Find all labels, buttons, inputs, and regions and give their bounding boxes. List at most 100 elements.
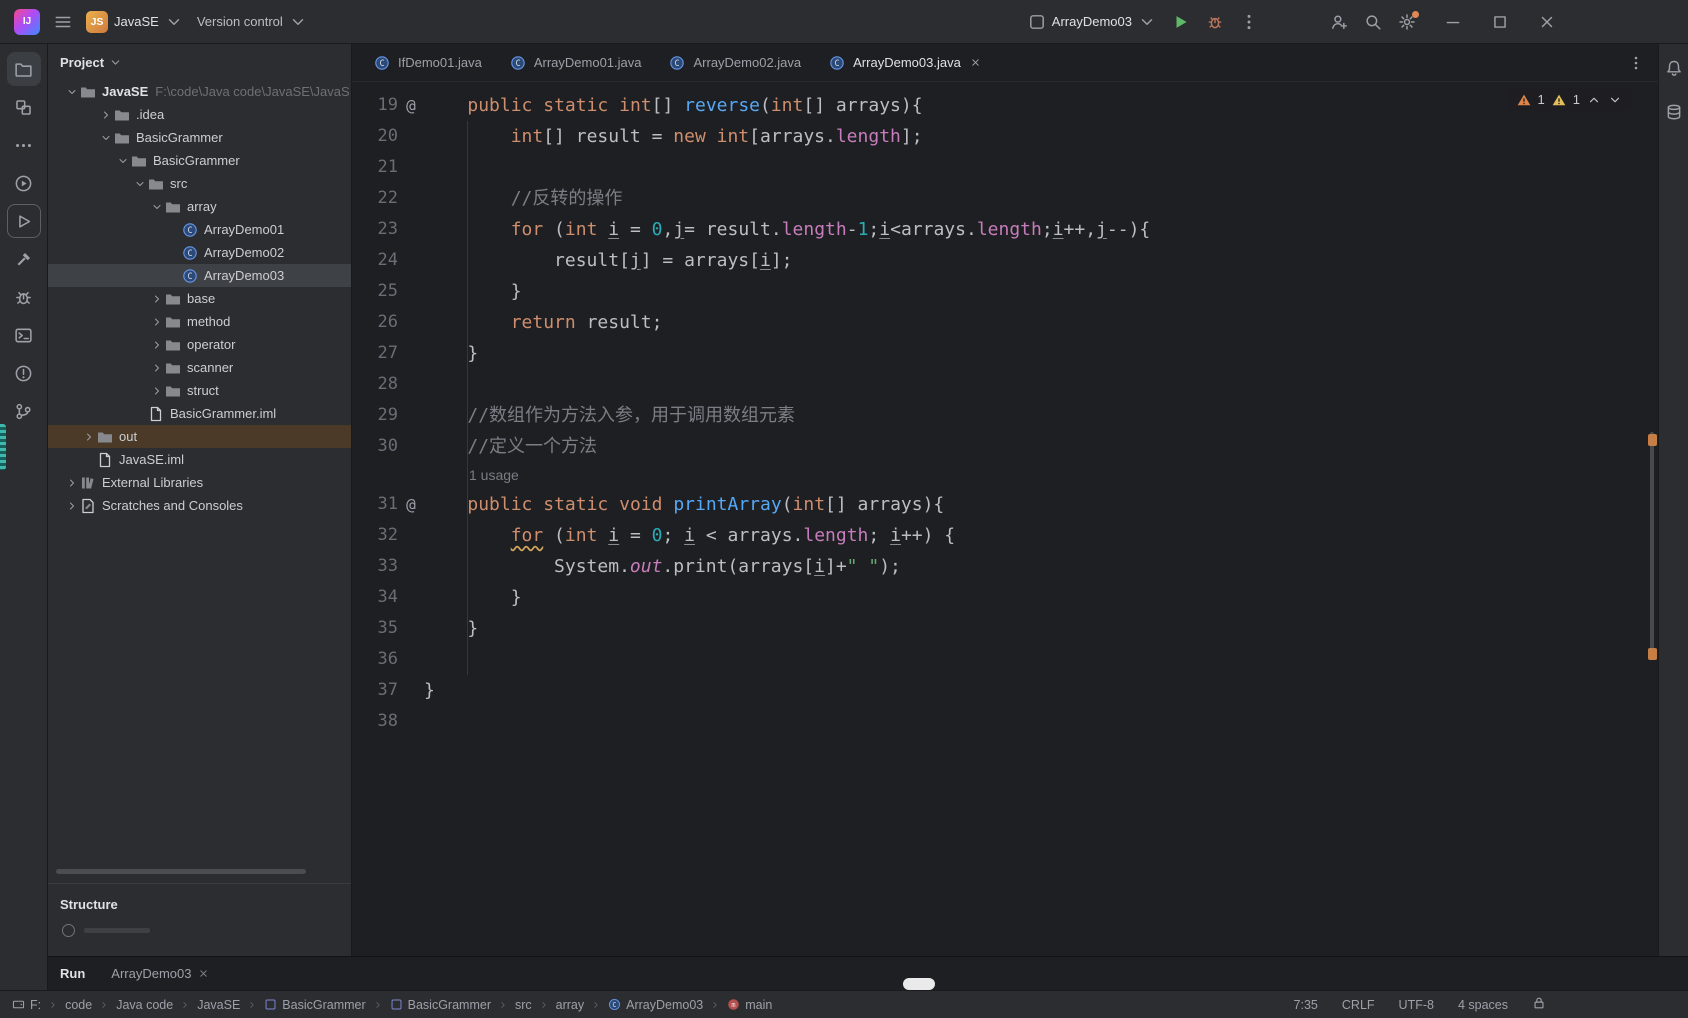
prev-problem-icon[interactable] — [1587, 93, 1601, 107]
code-line-30[interactable]: 30 //定义一个方法 — [352, 431, 1658, 462]
breadcrumb-f[interactable]: F: — [12, 998, 41, 1012]
code-line-19[interactable]: 19 @ public static int[] reverse(int[] ar… — [352, 90, 1658, 121]
chevron-open-icon[interactable] — [98, 130, 114, 146]
tree-item-external-libraries[interactable]: External Libraries — [48, 471, 351, 494]
tab-arraydemo03-java[interactable]: C ArrayDemo03.java — [815, 44, 995, 81]
problems-tool-button[interactable] — [7, 356, 41, 390]
code-line-22[interactable]: 22 //反转的操作 — [352, 183, 1658, 214]
debug-tool-button[interactable] — [7, 280, 41, 314]
caret-position[interactable]: 7:35 — [1294, 998, 1318, 1012]
search-everywhere-icon[interactable] — [1364, 13, 1382, 31]
tree-item-struct[interactable]: struct — [48, 379, 351, 402]
line-number[interactable]: 23 — [352, 214, 398, 245]
tree-item-src[interactable]: src — [48, 172, 351, 195]
indent-setting[interactable]: 4 spaces — [1458, 998, 1508, 1012]
line-number[interactable]: 26 — [352, 307, 398, 338]
code-line-24[interactable]: 24 result[j] = arrays[i]; — [352, 245, 1658, 276]
tree-item-arraydemo02[interactable]: C ArrayDemo02 — [48, 241, 351, 264]
code-line-26[interactable]: 26 return result; — [352, 307, 1658, 338]
settings-gear-icon[interactable] — [1398, 10, 1419, 31]
tree-item-javase-iml[interactable]: JavaSE.iml — [48, 448, 351, 471]
chevron-closed-icon[interactable] — [149, 314, 165, 330]
run-panel-title[interactable]: Run — [60, 966, 85, 981]
main-menu-icon[interactable] — [54, 13, 72, 31]
warning-stripe-mark[interactable] — [1648, 434, 1657, 446]
line-number[interactable]: 21 — [352, 152, 398, 183]
line-number[interactable]: 19 — [352, 90, 398, 121]
tree-item-array[interactable]: array — [48, 195, 351, 218]
line-number[interactable]: 20 — [352, 121, 398, 152]
breadcrumb-main[interactable]: m main — [727, 998, 772, 1012]
code-line-31[interactable]: 31 @ public static void printArray(int[] … — [352, 489, 1658, 520]
chevron-closed-icon[interactable] — [149, 291, 165, 307]
chevron-closed-icon[interactable] — [98, 107, 114, 123]
chevron-closed-icon[interactable] — [149, 337, 165, 353]
close-button[interactable] — [1538, 13, 1556, 31]
code-line-38[interactable]: 38 — [352, 706, 1658, 737]
tree-item-scratches-and-consoles[interactable]: Scratches and Consoles — [48, 494, 351, 517]
code-line-20[interactable]: 20 int[] result = new int[arrays.length]… — [352, 121, 1658, 152]
line-number[interactable]: 34 — [352, 582, 398, 613]
services-tool-button[interactable] — [7, 166, 41, 200]
tab-options-icon[interactable] — [1628, 55, 1644, 71]
line-number[interactable]: 27 — [352, 338, 398, 369]
tree-item-scanner[interactable]: scanner — [48, 356, 351, 379]
run-config-selector[interactable]: ArrayDemo03 — [1028, 13, 1156, 31]
code-editor[interactable]: 19 @ public static int[] reverse(int[] ar… — [352, 82, 1658, 956]
run-button[interactable] — [1172, 13, 1190, 31]
chevron-open-icon[interactable] — [132, 176, 148, 192]
tree-item-basicgrammer[interactable]: BasicGrammer — [48, 126, 351, 149]
run-tool-button[interactable] — [6, 204, 41, 238]
code-line-29[interactable]: 29 //数组作为方法入参，用于调用数组元素 — [352, 400, 1658, 431]
code-with-me-icon[interactable] — [1330, 13, 1348, 31]
more-actions-icon[interactable] — [1240, 13, 1258, 31]
breadcrumb-src[interactable]: src — [515, 998, 532, 1012]
tab-ifdemo01-java[interactable]: C IfDemo01.java — [360, 44, 496, 81]
tree-item-basicgrammer-iml[interactable]: BasicGrammer.iml — [48, 402, 351, 425]
maximize-button[interactable] — [1491, 13, 1509, 31]
breadcrumb-javase[interactable]: JavaSE — [197, 998, 240, 1012]
chevron-closed-icon[interactable] — [64, 475, 80, 491]
project-tool-button[interactable] — [6, 52, 41, 86]
code-line-27[interactable]: 27 } — [352, 338, 1658, 369]
line-number[interactable]: 37 — [352, 675, 398, 706]
chevron-open-icon[interactable] — [115, 153, 131, 169]
more-tool-button[interactable] — [7, 128, 41, 162]
line-number[interactable]: 32 — [352, 520, 398, 551]
structure-panel-header[interactable]: Structure — [60, 890, 339, 918]
tree-item-operator[interactable]: operator — [48, 333, 351, 356]
code-line-36[interactable]: 36 — [352, 644, 1658, 675]
breadcrumb-basicgrammer[interactable]: BasicGrammer — [264, 998, 366, 1012]
line-number[interactable]: 38 — [352, 706, 398, 737]
code-line-21[interactable]: 21 — [352, 152, 1658, 183]
line-number[interactable]: 24 — [352, 245, 398, 276]
tree-item-javase[interactable]: JavaSE F:\code\Java code\JavaSE\JavaS — [48, 80, 351, 103]
horizontal-scrollbar[interactable] — [56, 869, 306, 874]
tree-item-idea[interactable]: .idea — [48, 103, 351, 126]
code-line-33[interactable]: 33 System.out.print(arrays[i]+" "); — [352, 551, 1658, 582]
build-tool-button[interactable] — [7, 242, 41, 276]
tree-item-out[interactable]: out — [48, 425, 351, 448]
run-tab[interactable]: ArrayDemo03 — [111, 966, 209, 981]
code-line-34[interactable]: 34 } — [352, 582, 1658, 613]
line-number[interactable]: 31 — [352, 489, 398, 520]
chevron-open-icon[interactable] — [149, 199, 165, 215]
breadcrumb-java-code[interactable]: Java code — [116, 998, 173, 1012]
code-line-35[interactable]: 35 } — [352, 613, 1658, 644]
breadcrumb-basicgrammer[interactable]: BasicGrammer — [390, 998, 491, 1012]
line-number[interactable]: 28 — [352, 369, 398, 400]
code-line-37[interactable]: 37} — [352, 675, 1658, 706]
code-line-28[interactable]: 28 — [352, 369, 1658, 400]
usages-inlay-hint[interactable]: 1 usage — [352, 462, 1658, 489]
line-number[interactable]: 33 — [352, 551, 398, 582]
tree-item-arraydemo03[interactable]: C ArrayDemo03 — [48, 264, 351, 287]
tree-item-method[interactable]: method — [48, 310, 351, 333]
tree-item-base[interactable]: base — [48, 287, 351, 310]
code-line-32[interactable]: 32 for (int i = 0; i < arrays.length; i+… — [352, 520, 1658, 551]
minimize-button[interactable] — [1444, 13, 1462, 31]
version-control-menu[interactable]: Version control — [197, 13, 307, 31]
inspection-widget[interactable]: 1 1 — [1506, 88, 1632, 111]
tree-item-basicgrammer[interactable]: BasicGrammer — [48, 149, 351, 172]
tab-arraydemo01-java[interactable]: C ArrayDemo01.java — [496, 44, 656, 81]
tab-arraydemo02-java[interactable]: C ArrayDemo02.java — [655, 44, 815, 81]
